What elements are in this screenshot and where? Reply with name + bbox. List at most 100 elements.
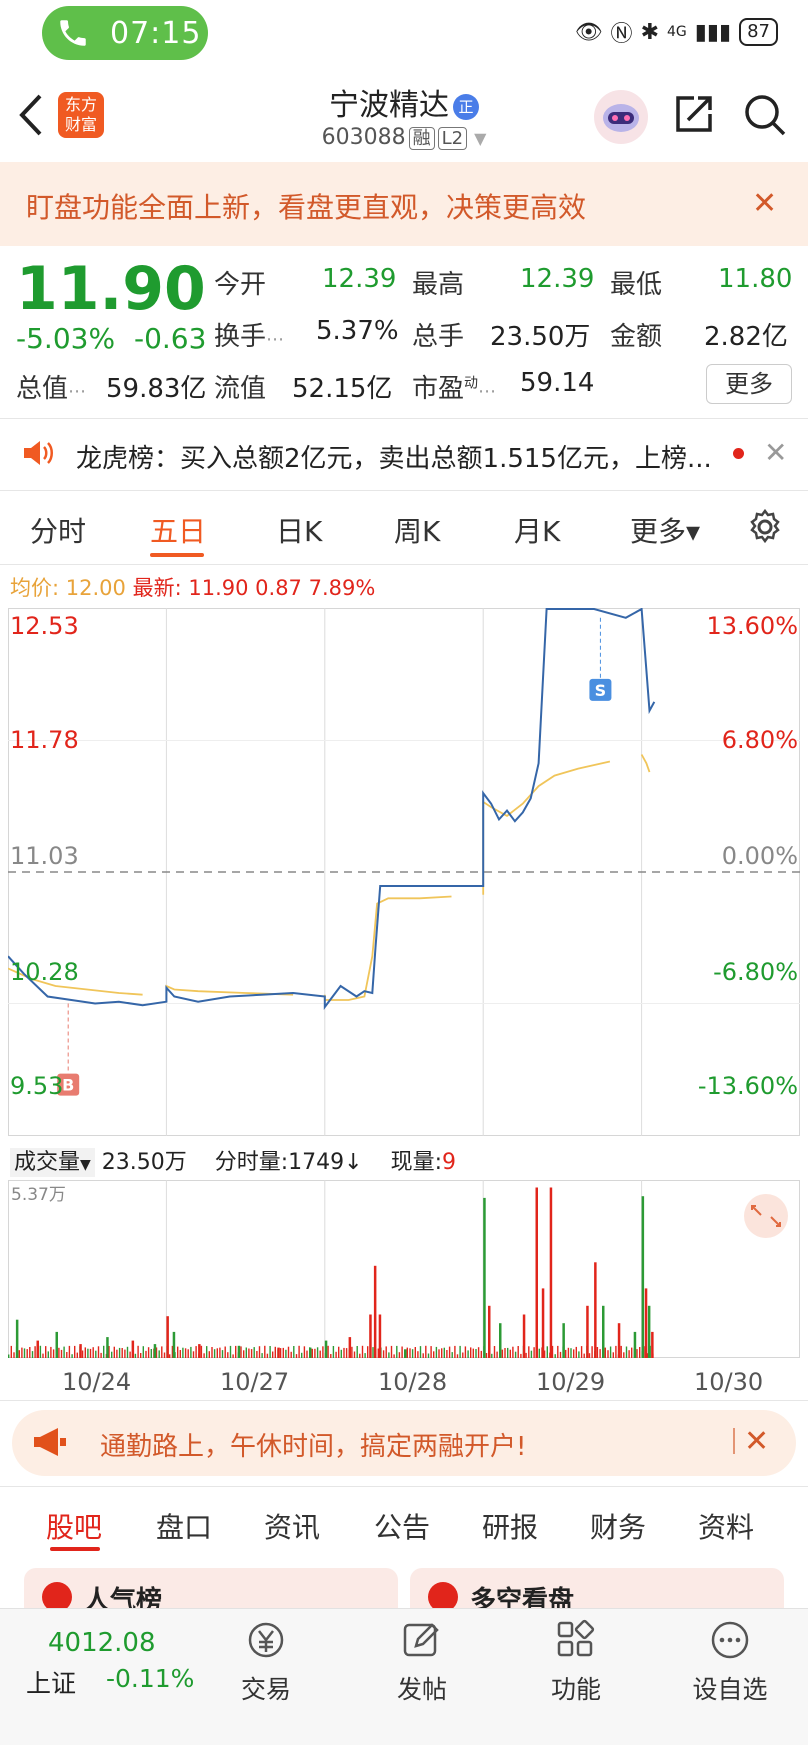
five-day-price-chart[interactable]: B S 12.53 11.78 11.03 10.28 9.53 13.60% 6.80% 0.0… <box>8 608 800 1136</box>
dragon-tiger-text[interactable]: 龙虎榜：买入总额2亿元，卖出总额1.515亿元，上榜... <box>76 438 716 475</box>
change-pct: -5.03% <box>16 322 116 355</box>
more-button[interactable]: 更多 <box>706 364 792 404</box>
volume-bar <box>140 1353 142 1358</box>
volume-bar <box>578 1351 580 1358</box>
long-short-card[interactable]: 多空看盘 <box>410 1568 784 1608</box>
low-value: 11.80 <box>718 264 793 294</box>
volume-bar <box>493 1346 496 1358</box>
tab-finance[interactable]: 财务 <box>590 1506 646 1546</box>
post-icon[interactable] <box>400 1618 444 1662</box>
volume-bar <box>644 1288 648 1358</box>
volume-bar <box>103 1345 105 1358</box>
volume-bar <box>208 1351 210 1358</box>
close-icon[interactable]: ✕ <box>764 436 787 469</box>
popularity-card[interactable]: 人气榜 <box>24 1568 398 1608</box>
volume-bar <box>499 1323 502 1358</box>
volume-bar <box>335 1351 337 1358</box>
volume-bar <box>396 1345 398 1358</box>
tab-intraday[interactable]: 分时 <box>30 510 86 550</box>
cards-row: 人气榜 多空看盘 <box>24 1568 794 1608</box>
volume-bar <box>79 1344 82 1358</box>
search-icon[interactable] <box>742 92 788 138</box>
tab-announcements[interactable]: 公告 <box>374 1506 430 1546</box>
tab-profile[interactable]: 资料 <box>698 1506 754 1546</box>
eye-icon: 👁 <box>574 19 603 45</box>
pe-label-text: 市盈 <box>412 374 465 404</box>
pe-label[interactable]: 市盈动⋯ <box>412 368 496 405</box>
volume-bar <box>393 1354 395 1358</box>
turnover-label[interactable]: 换手⋯ <box>214 316 284 353</box>
volume-bar <box>435 1346 438 1358</box>
pe-value: 59.14 <box>520 368 595 398</box>
volume-bar <box>538 1348 540 1358</box>
tab-guba[interactable]: 股吧 <box>46 1506 102 1546</box>
volume-bar <box>401 1346 403 1358</box>
volume-chart[interactable]: 5.37万 <box>8 1180 800 1358</box>
index-name[interactable]: 上证 <box>26 1664 76 1700</box>
turnover-label-text: 换手 <box>214 322 267 352</box>
trade-icon[interactable] <box>244 1618 288 1662</box>
tab-five-day[interactable]: 五日 <box>150 510 206 550</box>
volume-bar <box>599 1349 601 1358</box>
current-volume-label: 现量: <box>390 1150 443 1175</box>
volume-bar <box>417 1351 419 1358</box>
index-value[interactable]: 4012.08 <box>48 1628 156 1658</box>
volume-bar <box>372 1347 374 1358</box>
volume-bar <box>29 1347 31 1358</box>
volume-bar <box>18 1350 20 1358</box>
close-icon[interactable]: ✕ <box>752 186 777 221</box>
volume-bar <box>541 1288 545 1358</box>
volume-bar <box>580 1346 583 1358</box>
close-icon[interactable]: ✕ <box>744 1424 769 1459</box>
volume-bar <box>287 1346 290 1358</box>
tab-weekly-k[interactable]: 周K <box>394 510 440 550</box>
index-change[interactable]: -0.11% <box>106 1664 194 1693</box>
tab-daily-k[interactable]: 日K <box>276 510 322 550</box>
gear-icon[interactable] <box>746 508 784 546</box>
tab-research[interactable]: 研报 <box>482 1506 538 1546</box>
volume-dropdown[interactable]: 成交量▼ <box>10 1148 95 1177</box>
low-label: 最低 <box>610 270 663 300</box>
volume-bar <box>161 1346 163 1358</box>
volume-bar <box>158 1350 160 1358</box>
volume-bar <box>562 1323 565 1358</box>
volume-bar <box>213 1349 216 1358</box>
ai-assistant-icon[interactable] <box>594 90 648 144</box>
call-indicator[interactable]: 07:15 <box>42 6 208 60</box>
share-icon[interactable] <box>672 92 716 136</box>
divider <box>0 1400 808 1401</box>
apps-icon[interactable] <box>554 1618 598 1662</box>
volume-bar <box>229 1345 232 1358</box>
volume-bar <box>106 1337 109 1358</box>
volume-bar <box>454 1345 456 1358</box>
volume-bar <box>620 1345 622 1358</box>
market-cap-label[interactable]: 总值⋯ <box>16 368 86 405</box>
tab-more[interactable]: 更多▾ <box>630 510 700 550</box>
float-cap-label: 流值 <box>214 374 267 404</box>
volume-bar <box>404 1349 407 1358</box>
volume-bar <box>256 1351 258 1358</box>
volume-bar <box>594 1262 597 1358</box>
more-circle-icon[interactable] <box>708 1618 752 1662</box>
volume-bar <box>293 1346 295 1358</box>
volume-total: 23.50万 <box>101 1150 187 1175</box>
volume-bar <box>438 1349 440 1358</box>
nav-trade-label[interactable]: 交易 <box>216 1670 316 1706</box>
nav-watchlist-label[interactable]: 设自选 <box>680 1670 780 1706</box>
tab-monthly-k[interactable]: 月K <box>514 510 560 550</box>
volume-bar <box>124 1349 126 1358</box>
volume-bar <box>309 1347 312 1358</box>
volume-bar <box>514 1351 517 1358</box>
volume-bar <box>92 1347 94 1358</box>
badge-icon: 正 <box>453 93 479 120</box>
nav-function-label[interactable]: 功能 <box>526 1670 626 1706</box>
nav-post-label[interactable]: 发帖 <box>372 1670 472 1706</box>
pe-sup: 动 <box>464 375 479 392</box>
tab-pankou[interactable]: 盘口 <box>156 1506 212 1546</box>
volume-bar <box>348 1337 352 1358</box>
tab-news[interactable]: 资讯 <box>264 1506 320 1546</box>
status-bar: 07:15 👁 Ⓝ ✱ 4G ▮▮▮ 87 <box>0 0 808 66</box>
divider <box>733 1428 735 1454</box>
volume-bar <box>198 1344 201 1358</box>
volume-bar <box>163 1352 166 1358</box>
